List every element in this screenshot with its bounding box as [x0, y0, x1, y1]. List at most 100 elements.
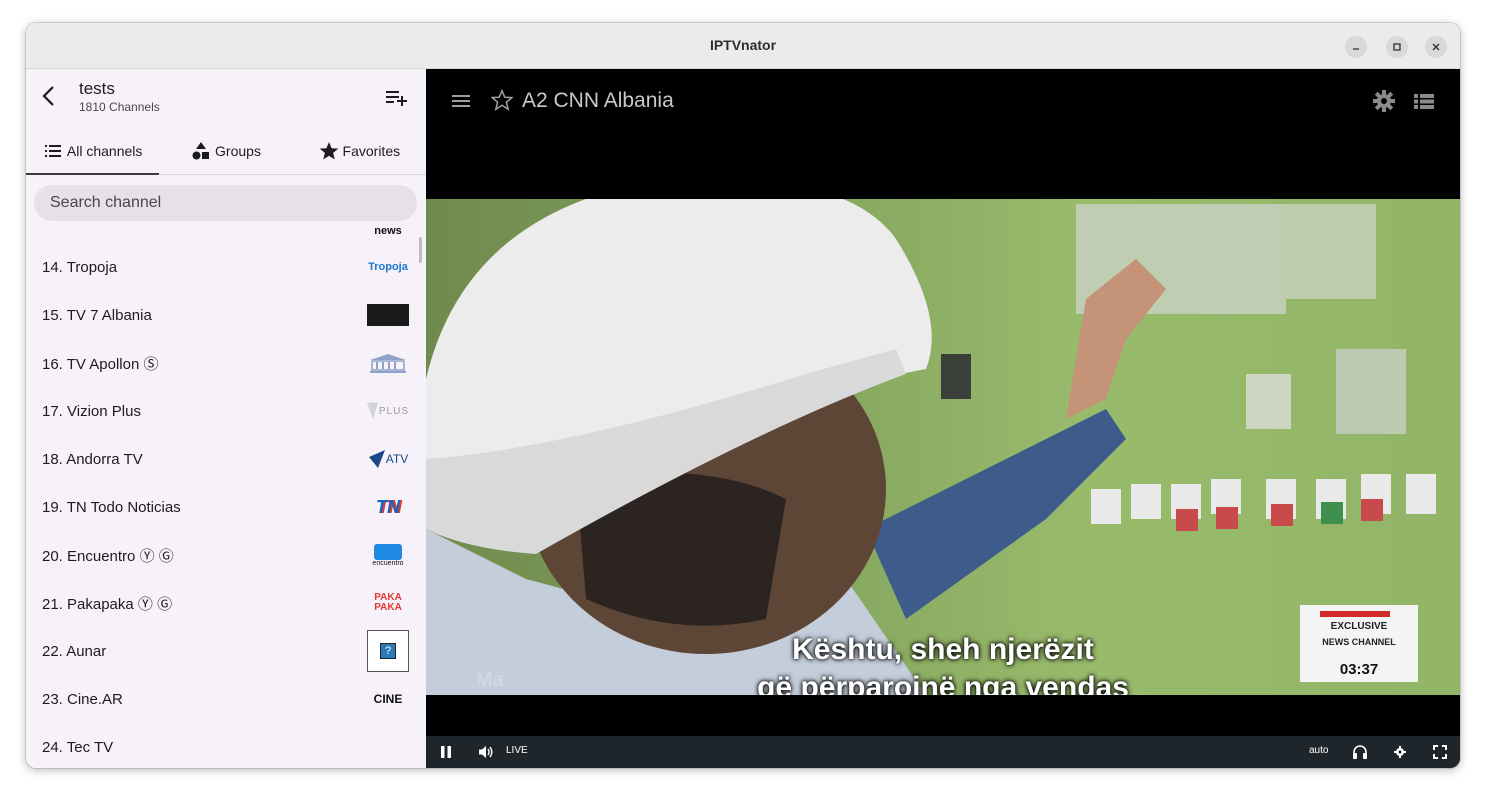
channel-logo: encuentro [367, 542, 409, 568]
channel-label: 21. Pakapaka Ⓨ Ⓖ [42, 595, 173, 613]
logo-text: Tropoja [368, 261, 408, 273]
settings-button[interactable] [1372, 89, 1396, 113]
channel-logo: TN [367, 494, 409, 520]
playlist-add-icon [386, 91, 407, 106]
gear-icon [1373, 90, 1395, 112]
tab-label: Favorites [342, 142, 401, 159]
channel-logo [367, 350, 409, 376]
channel-count: 1810 Channels [79, 100, 160, 114]
player-controls: LIVE auto [426, 736, 1460, 768]
favorite-button[interactable] [490, 88, 514, 111]
live-indicator[interactable]: LIVE [506, 745, 528, 756]
video-frame[interactable]: Ma Kështu, sheh njerëzit që përparojnë n… [426, 199, 1460, 695]
playlist-name: tests [79, 79, 115, 98]
gear-icon [1394, 746, 1406, 758]
title-bar: IPTVnator [26, 23, 1460, 69]
list-item[interactable]: 17. Vizion Plus PLUS [26, 387, 418, 435]
fullscreen-button[interactable] [1432, 744, 1448, 760]
tab-favorites[interactable]: Favorites [293, 127, 426, 174]
channel-sidebar: tests 1810 Channels All channels Groups … [26, 69, 426, 768]
add-to-playlist-button[interactable] [384, 87, 408, 109]
channel-label: 23. Cine.AR [42, 690, 123, 708]
audio-track-button[interactable] [1352, 744, 1368, 760]
channel-list: news 14. Tropoja Tropoja 15. TV 7 Albani… [26, 225, 426, 768]
tab-label: All channels [66, 142, 143, 159]
list-item[interactable]: 16. TV Apollon Ⓢ [26, 339, 418, 387]
badge-text: EXCLUSIVE [1330, 621, 1388, 632]
logo-text: PLUS [378, 405, 409, 417]
channel-logo: PLUS [367, 398, 409, 424]
channel-logo: ATV [367, 446, 409, 472]
logo-text: ATV [385, 452, 409, 466]
channel-label: 16. TV Apollon Ⓢ [42, 355, 159, 373]
channel-logo [367, 734, 409, 760]
badge-text: NEWS CHANNEL [1322, 637, 1396, 647]
channel-logo: Tropoja [367, 254, 409, 280]
video-player[interactable]: A2 CNN Albania Ma Kështu, sheh njerëzit … [426, 69, 1460, 768]
player-settings-button[interactable] [1392, 744, 1408, 760]
tab-all-channels[interactable]: All channels [26, 127, 160, 175]
minimize-icon [1353, 48, 1359, 50]
channel-logo-placeholder: ? [367, 630, 409, 672]
logo-text: encuentro [372, 559, 404, 567]
fullscreen-icon [1433, 745, 1447, 759]
close-icon [1432, 43, 1440, 51]
quality-selector[interactable]: auto [1309, 745, 1328, 756]
channel-tabs: All channels Groups Favorites [26, 127, 426, 175]
pause-button[interactable] [438, 744, 454, 760]
badge-clock: 03:37 [1339, 661, 1379, 678]
back-button[interactable] [36, 83, 62, 109]
pause-icon [441, 746, 451, 758]
search-channel-input[interactable]: Search channel [34, 185, 417, 221]
player-toolbar: A2 CNN Albania [426, 69, 1460, 133]
channel-label: 17. Vizion Plus [42, 402, 141, 420]
headphones-icon [1353, 745, 1367, 759]
channel-badge: EXCLUSIVE NEWS CHANNEL 03:37 [1300, 605, 1418, 682]
channel-list-button[interactable] [1413, 91, 1435, 111]
channel-label: 18. Andorra TV [42, 450, 143, 468]
list-item[interactable]: 14. Tropoja Tropoja [26, 243, 418, 291]
maximize-icon [1393, 43, 1401, 51]
view-list-icon [1414, 94, 1434, 109]
list-item[interactable]: 24. Tec TV [26, 723, 418, 768]
tab-groups[interactable]: Groups [159, 127, 292, 174]
menu-icon [452, 95, 470, 107]
channel-label: 15. TV 7 Albania [42, 306, 152, 324]
sidebar-header: tests 1810 Channels [26, 69, 426, 127]
list-item[interactable]: 23. Cine.AR CINE [26, 675, 418, 723]
list-icon [44, 144, 61, 157]
channel-label: 19. TN Todo Noticias [42, 498, 181, 516]
list-item[interactable]: 20. Encuentro Ⓨ Ⓖ encuentro [26, 531, 418, 579]
logo-text: CINE [373, 692, 403, 706]
window-title: IPTVnator [709, 37, 777, 53]
list-item[interactable]: 19. TN Todo Noticias TN [26, 483, 418, 531]
logo-text: PAKA PAKA [374, 592, 402, 613]
channel-label: 22. Aunar [42, 642, 107, 660]
list-item[interactable]: 22. Aunar ? [26, 627, 418, 675]
shapes-icon [192, 141, 210, 159]
menu-button[interactable] [450, 91, 472, 111]
list-item[interactable]: 21. Pakapaka Ⓨ Ⓖ PAKA PAKA [26, 579, 418, 627]
volume-button[interactable] [478, 744, 494, 760]
star-outline-icon [490, 88, 514, 111]
close-button[interactable] [1425, 36, 1447, 58]
list-scrollbar[interactable] [419, 237, 422, 263]
channel-label: 20. Encuentro Ⓨ Ⓖ [42, 547, 174, 565]
list-item[interactable]: 18. Andorra TV ATV [26, 435, 418, 483]
app-window: IPTVnator tests 1810 Channels All channe… [26, 23, 1460, 768]
maximize-button[interactable] [1386, 36, 1408, 58]
minimize-button[interactable] [1345, 36, 1367, 58]
channel-logo: news [374, 225, 402, 236]
logo-text: TN [376, 496, 400, 517]
channel-label: 24. Tec TV [42, 738, 114, 756]
badge-red-bar [1320, 611, 1390, 617]
channel-title: A2 CNN Albania [522, 89, 674, 112]
channel-label: 14. Tropoja [42, 258, 118, 276]
tab-label: Groups [215, 142, 261, 159]
list-item[interactable]: 15. TV 7 Albania [26, 291, 418, 339]
broken-image-icon: ? [380, 643, 396, 659]
channel-logo [367, 302, 409, 328]
arrow-back-icon [42, 86, 54, 106]
star-icon [319, 141, 338, 159]
channel-logo: PAKA PAKA [367, 590, 409, 616]
